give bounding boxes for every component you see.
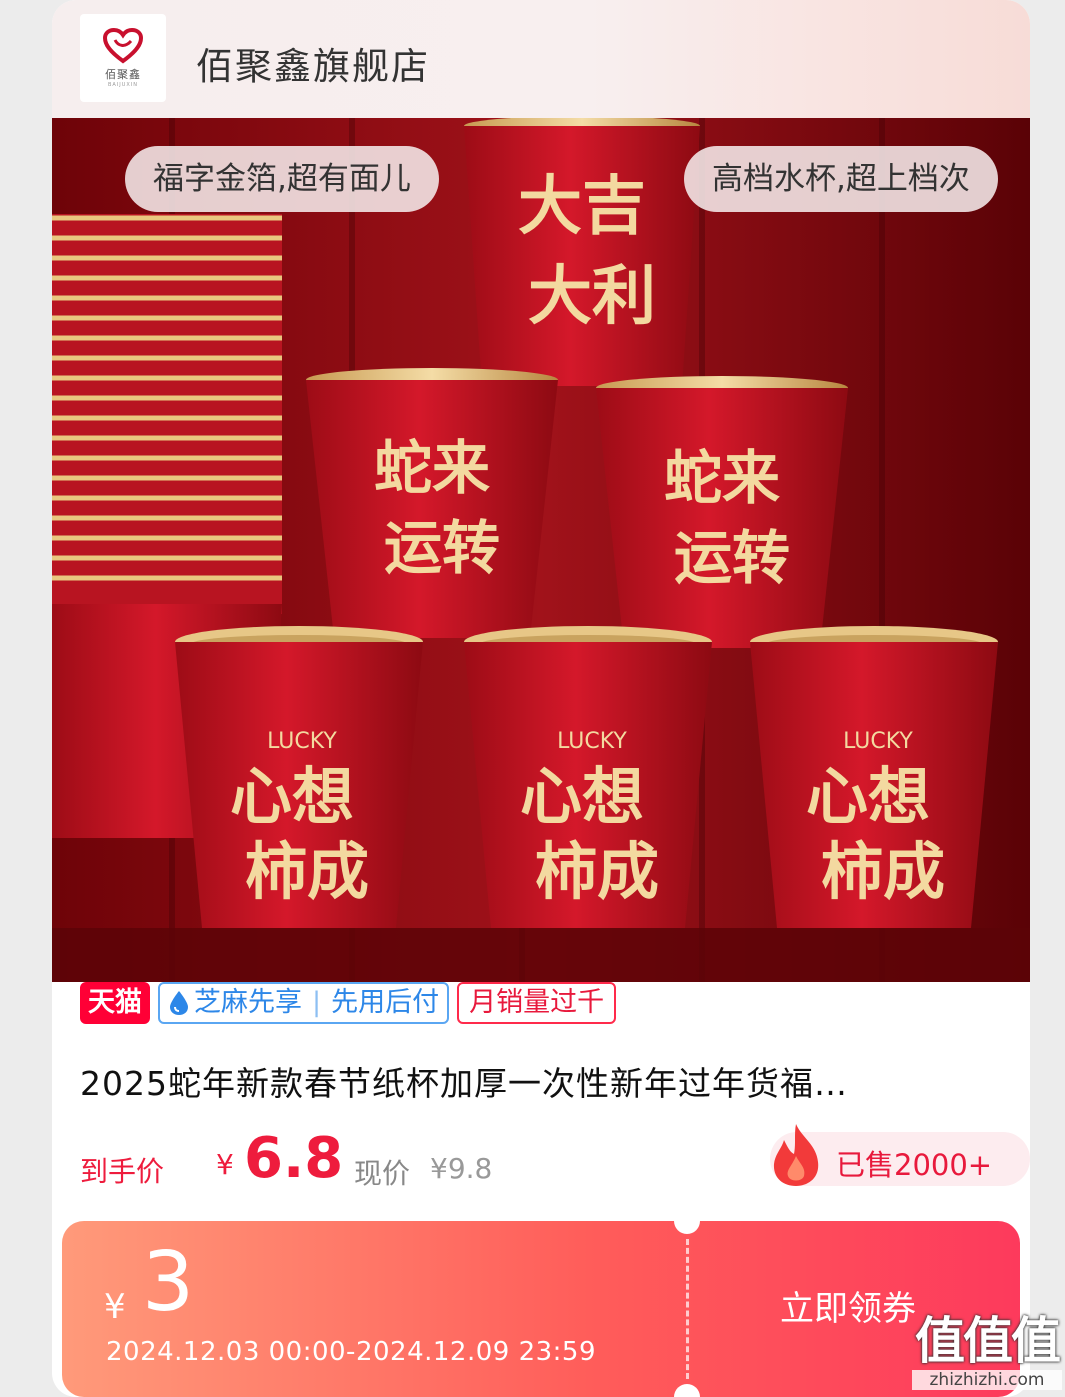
cup-top-text-2: 大利 xyxy=(528,260,656,334)
watermark-url: zhizhizhi.com xyxy=(912,1370,1062,1390)
cup-middle-right: 蛇来 运转 xyxy=(596,376,848,648)
coupon-notch-top xyxy=(674,1221,700,1234)
current-price-label: 现价 xyxy=(354,1157,411,1190)
cup-middle-left-text-1: 蛇来 xyxy=(374,434,490,502)
monthly-sales-badge: 月销量过千 xyxy=(457,982,617,1024)
pay-later-label: 先用后付 xyxy=(331,987,440,1018)
zhima-badge: 芝麻先享 | 先用后付 xyxy=(158,982,450,1024)
sold-count: 已售2000+ xyxy=(836,1148,993,1182)
current-price-value: ¥9.8 xyxy=(430,1152,493,1185)
coupon-currency: ¥ xyxy=(104,1287,126,1327)
coupon-notch-bottom xyxy=(674,1384,700,1397)
final-price-value: 6.8 xyxy=(244,1126,344,1191)
flame-icon xyxy=(773,1124,819,1186)
claim-coupon-button[interactable]: 立即领券 xyxy=(780,1281,916,1330)
store-header[interactable]: 佰聚鑫 BAIJUXIN 佰聚鑫旗舰店 xyxy=(52,0,1030,118)
logo-subtext: BAIJUXIN xyxy=(107,82,139,88)
water-drop-icon xyxy=(170,991,188,1015)
final-price-label: 到手价 xyxy=(80,1155,165,1188)
coupon-amount: 3 xyxy=(142,1235,195,1330)
coupon[interactable]: ¥ 3 2024.12.03 00:00-2024.12.09 23:59 立即… xyxy=(62,1221,1020,1397)
badge-row: 天猫 芝麻先享 | 先用后付 月销量过千 xyxy=(80,982,617,1028)
cup-middle-left: 蛇来 运转 xyxy=(306,368,558,638)
cup-bottom-right-text-1: 心想 xyxy=(806,760,930,833)
coupon-divider xyxy=(686,1239,689,1379)
sold-count-pill: 已售2000+ xyxy=(770,1124,1030,1186)
product-image[interactable]: 大吉 大利 蛇来 运转 蛇来 运转 LUCKY 心想 柿成 LUCKY 心想 柿… xyxy=(52,118,1030,982)
cup-bottom-left-text-1: 心想 xyxy=(230,760,354,833)
feature-tag-premium-cup: 高档水杯,超上档次 xyxy=(684,146,998,212)
cup-middle-left-text-2: 运转 xyxy=(384,514,500,582)
cup-top: 大吉 大利 xyxy=(464,118,700,386)
cups-illustration: 大吉 大利 蛇来 运转 蛇来 运转 LUCKY 心想 柿成 LUCKY 心想 柿… xyxy=(52,118,1030,982)
product-card[interactable]: 佰聚鑫 BAIJUXIN 佰聚鑫旗舰店 大吉 大利 蛇来 运转 蛇来 运转 LU… xyxy=(52,0,1030,1397)
cup-bottom-right: LUCKY 心想 柿成 xyxy=(750,626,998,928)
store-name[interactable]: 佰聚鑫旗舰店 xyxy=(196,36,430,90)
cup-bottom-left-text-2: 柿成 xyxy=(245,835,369,908)
price-row: 到手价 ¥ 6.8 现价 ¥9.8 已售2000+ xyxy=(80,1124,1030,1196)
zhima-label: 芝麻先享 xyxy=(194,987,302,1018)
cup-bottom-left-lucky: LUCKY xyxy=(267,729,337,754)
feature-tag-gold-foil: 福字金箔,超有面儿 xyxy=(125,146,439,212)
cup-bottom-middle-text-2: 柿成 xyxy=(535,835,659,908)
cup-bottom-right-text-2: 柿成 xyxy=(821,835,945,908)
cup-bottom-right-lucky: LUCKY xyxy=(843,729,913,754)
cup-bottom-middle-text-1: 心想 xyxy=(520,760,644,833)
final-price-currency: ¥ xyxy=(216,1148,234,1181)
logo-text: 佰聚鑫 xyxy=(105,68,141,81)
heart-logo-icon xyxy=(103,28,143,64)
cup-middle-right-text-1: 蛇来 xyxy=(664,444,780,512)
cup-bottom-middle-lucky: LUCKY xyxy=(557,729,627,754)
coupon-validity: 2024.12.03 00:00-2024.12.09 23:59 xyxy=(106,1337,596,1367)
cup-middle-right-text-2: 运转 xyxy=(674,524,790,592)
watermark: 值值值 zhizhizhi.com xyxy=(912,1312,1062,1397)
watermark-logo: 值值值 xyxy=(915,1312,1061,1370)
cup-top-text-1: 大吉 xyxy=(518,170,646,244)
product-title[interactable]: 2025蛇年新款春节纸杯加厚一次性新年过年货福… xyxy=(80,1057,990,1105)
tmall-badge: 天猫 xyxy=(80,982,150,1024)
cup-bottom-left: LUCKY 心想 柿成 xyxy=(175,626,423,928)
cup-bottom-middle: LUCKY 心想 柿成 xyxy=(464,626,712,928)
zhima-separator: | xyxy=(312,987,322,1018)
store-logo[interactable]: 佰聚鑫 BAIJUXIN xyxy=(80,14,166,102)
